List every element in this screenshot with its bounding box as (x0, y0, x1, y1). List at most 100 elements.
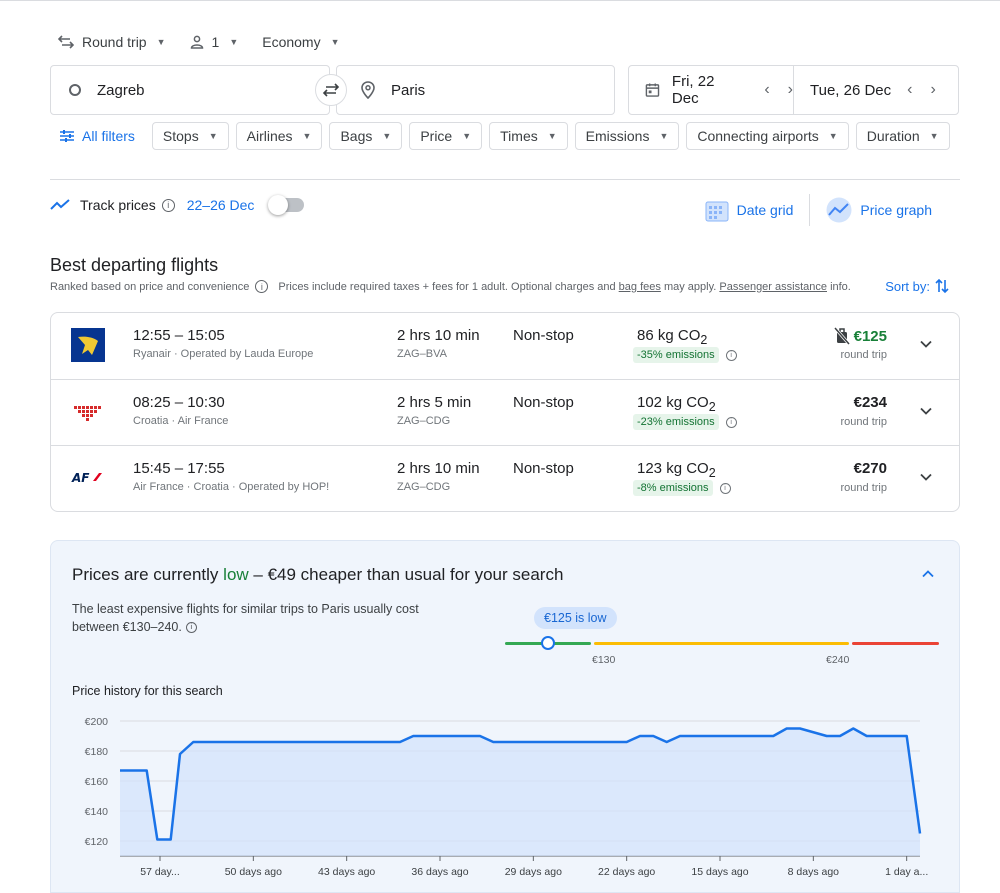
info-icon[interactable]: i (161, 198, 175, 212)
x-tick-label: 50 days ago (225, 866, 282, 878)
chip-label: Emissions (585, 128, 650, 144)
insights-description: The least expensive flights for similar … (72, 600, 422, 636)
track-prices-toggle[interactable] (268, 195, 305, 215)
emissions-badge: -35% emissions i (633, 347, 737, 363)
chevron-down-icon: ▼ (828, 131, 838, 141)
y-tick-label: €200 (85, 716, 109, 728)
depart-date-field[interactable]: Fri, 22 Dec ‹ › (629, 66, 793, 114)
filter-chip-emissions[interactable]: Emissions ▼ (574, 122, 680, 150)
cabin-label: Economy (262, 34, 321, 50)
chevron-down-icon[interactable] (919, 337, 933, 351)
all-filters-label: All filters (82, 128, 135, 144)
price-type: round trip (840, 416, 887, 428)
filter-chip-duration[interactable]: Duration ▼ (855, 122, 950, 150)
flight-stops: Non-stop (513, 460, 574, 477)
chevron-down-icon: ▼ (929, 131, 939, 141)
info-icon[interactable]: i (255, 280, 269, 293)
info-icon[interactable]: i (725, 349, 737, 361)
track-range: 22–26 Dec (186, 197, 255, 213)
date-grid-button[interactable]: Date grid (695, 198, 804, 222)
passengers-select[interactable]: 1 ▼ (182, 26, 247, 58)
filter-chip-price[interactable]: Price ▼ (409, 122, 483, 150)
no-carry-on-bag-icon (833, 327, 850, 345)
all-filters-button[interactable]: All filters (50, 122, 145, 150)
price-graph-label: Price graph (860, 202, 932, 218)
flight-price: €270 (854, 460, 887, 477)
price-graph-button[interactable]: Price graph (816, 197, 942, 223)
chip-label: Airlines (246, 128, 293, 144)
flight-row[interactable]: 08:25 – 10:30 Croatia · Air France 2 hrs… (51, 379, 959, 445)
destination-input[interactable]: Paris (336, 65, 615, 115)
chevron-down-icon[interactable] (919, 404, 933, 418)
gauge-high-label: €240 (826, 654, 850, 666)
emissions-badge: -23% emissions i (633, 414, 737, 430)
flight-row[interactable]: AF 15:45 – 17:55 Air France · Croatia · … (51, 445, 959, 511)
sort-by-button[interactable]: Sort by: (885, 278, 950, 294)
flight-row[interactable]: 12:55 – 15:05 Ryanair · Operated by Laud… (51, 313, 959, 379)
x-tick-label: 22 days ago (598, 866, 655, 878)
flight-route: ZAG–CDG (397, 415, 451, 427)
view-switcher: Date grid Price graph (695, 194, 942, 226)
price-note-suffix: info. (830, 280, 851, 293)
chevron-down-icon: ▼ (330, 37, 340, 47)
ranked-text: Ranked based on price and convenience (50, 280, 250, 293)
return-date-field[interactable]: Tue, 26 Dec ‹ › (793, 66, 958, 114)
swap-horizontal-icon (58, 35, 74, 49)
calendar-icon (645, 83, 660, 97)
price-level-gauge: €125 is low €130 €240 (505, 607, 939, 671)
croatia-airlines-logo-icon (74, 406, 101, 421)
info-icon[interactable]: i (719, 482, 731, 494)
passenger-assistance-link[interactable]: Passenger assistance (719, 281, 827, 293)
price-note: Prices include required taxes + fees for… (278, 280, 616, 293)
cabin-select[interactable]: Economy ▼ (254, 26, 347, 58)
sort-icon (935, 278, 949, 294)
insights-title: Prices are currently low – €49 cheaper t… (72, 565, 563, 585)
flight-airline: Ryanair · Operated by Lauda Europe (133, 348, 314, 360)
trip-type-select[interactable]: Round trip ▼ (50, 26, 174, 58)
price-history-chart: €200 €180 €160 €140 €120 57 day... 50 days ago… (85, 716, 929, 878)
date-grid-label: Date grid (736, 202, 794, 218)
bag-fees-link[interactable]: bag fees (619, 281, 661, 293)
emissions-text: -8% emissions (633, 480, 713, 496)
filter-chip-bags[interactable]: Bags ▼ (329, 122, 403, 150)
origin-input[interactable]: Zagreb (50, 65, 330, 115)
chevron-down-icon: ▼ (229, 37, 239, 47)
y-tick-label: €180 (85, 746, 109, 758)
chevron-down-icon: ▼ (208, 131, 218, 141)
x-tick-label: 1 day a... (885, 866, 928, 878)
flight-price: €125 (833, 327, 887, 345)
price-history-title: Price history for this search (72, 684, 223, 698)
svg-text:AF: AF (71, 471, 90, 485)
info-icon[interactable]: i (185, 622, 197, 634)
flight-stops: Non-stop (513, 327, 574, 344)
chevron-up-icon[interactable] (921, 567, 935, 581)
filter-chip-stops[interactable]: Stops ▼ (151, 122, 229, 150)
price-type: round trip (840, 482, 887, 494)
results-heading: Best departing flights (50, 255, 219, 275)
swap-locations-button[interactable] (315, 74, 347, 106)
flight-duration: 2 hrs 10 min (397, 327, 480, 344)
prev-date-icon[interactable]: ‹ (907, 81, 912, 99)
trip-type-label: Round trip (82, 34, 147, 50)
insights-title-suffix: – €49 cheaper than usual for your search (253, 565, 564, 584)
price-insights-panel: Prices are currently low – €49 cheaper t… (50, 540, 960, 893)
flight-duration: 2 hrs 5 min (397, 394, 472, 411)
y-tick-label: €140 (85, 806, 109, 818)
price-type: round trip (840, 349, 887, 361)
destination-value: Paris (391, 81, 426, 99)
chevron-down-icon: ▼ (547, 131, 557, 141)
chevron-down-icon[interactable] (919, 470, 933, 484)
flight-duration: 2 hrs 10 min (397, 460, 480, 477)
price-level-badge: €125 is low (534, 607, 617, 629)
prev-date-icon[interactable]: ‹ (764, 81, 769, 99)
location-pin-icon (361, 81, 375, 99)
chip-label: Duration (866, 128, 920, 144)
next-date-icon[interactable]: › (930, 81, 935, 99)
filter-chip-times[interactable]: Times ▼ (489, 122, 568, 150)
filter-chip-connecting-airports[interactable]: Connecting airports ▼ (686, 122, 849, 150)
track-prices-label: Track prices (80, 197, 156, 213)
info-icon[interactable]: i (725, 416, 737, 428)
filter-chip-airlines[interactable]: Airlines ▼ (235, 122, 323, 150)
chevron-down-icon: ▼ (462, 131, 472, 141)
sort-by-label: Sort by: (885, 278, 930, 294)
